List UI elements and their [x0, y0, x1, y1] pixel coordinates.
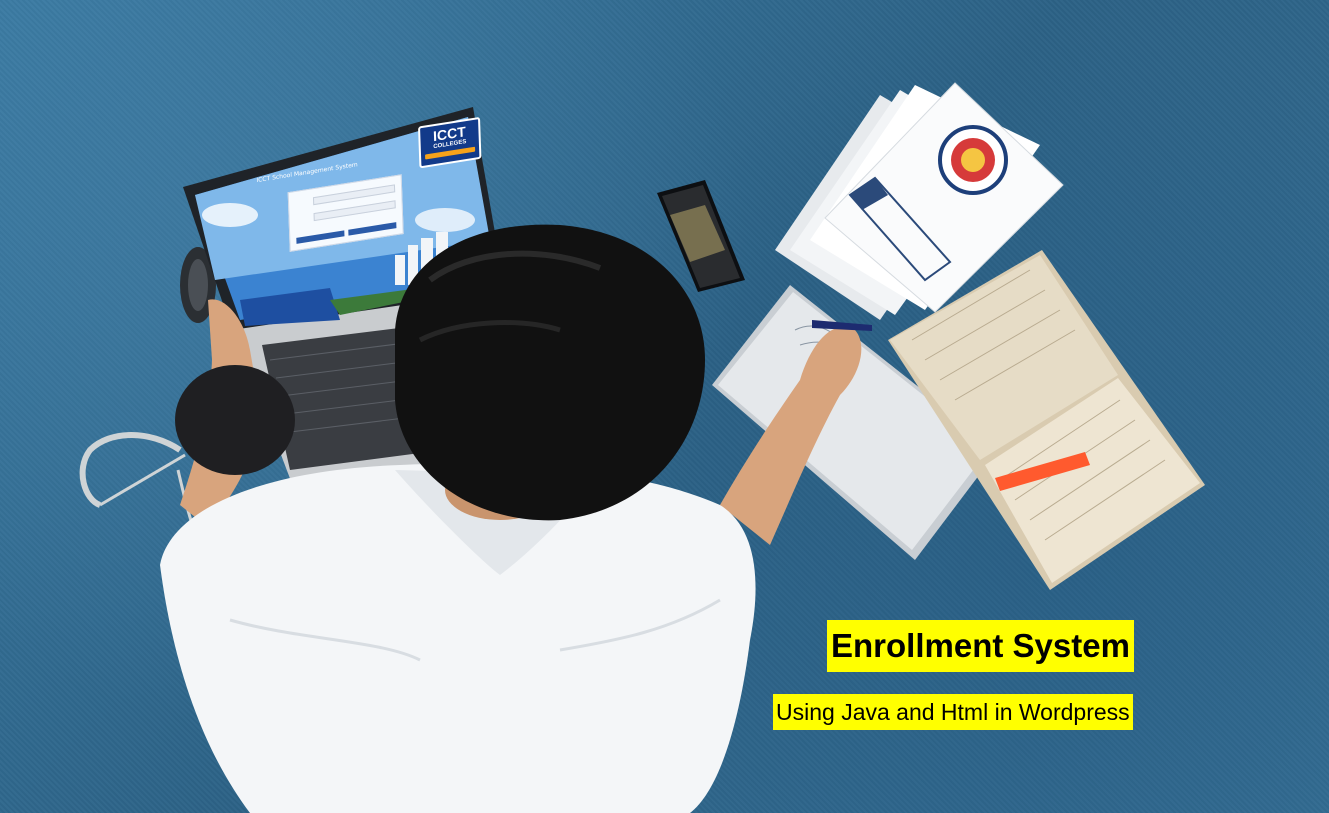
- subtitle-caption: Using Java and Html in Wordpress: [773, 694, 1133, 730]
- icct-logo: ICCT COLLEGES: [418, 116, 482, 169]
- password-input[interactable]: [313, 200, 396, 222]
- title-caption: Enrollment System: [827, 620, 1134, 672]
- login-form: [287, 174, 404, 252]
- coiled-cable: [79, 432, 198, 536]
- student-shirt: [160, 463, 756, 813]
- cancel-button[interactable]: [348, 222, 397, 236]
- photo-scene: [79, 82, 1205, 813]
- pants: [175, 365, 295, 475]
- login-button[interactable]: [296, 230, 345, 244]
